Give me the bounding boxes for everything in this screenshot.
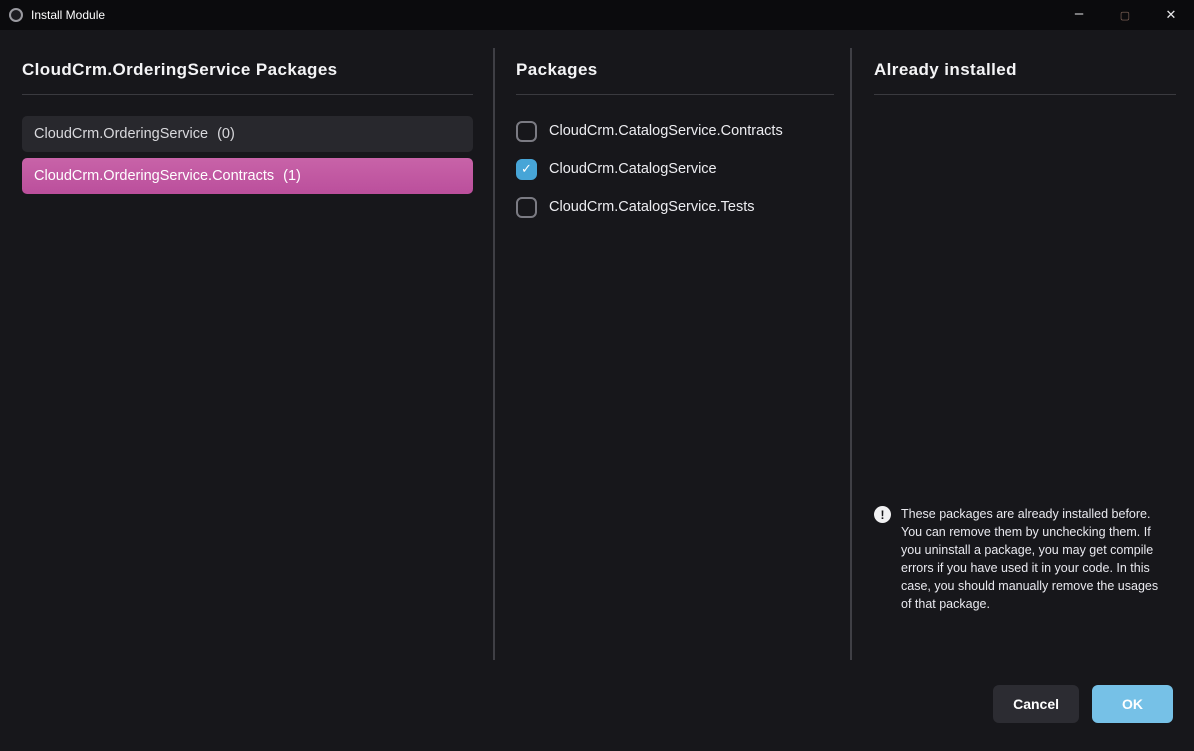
package-row-catalogservice[interactable]: ✓ CloudCrm.CatalogService	[516, 150, 834, 188]
ok-button[interactable]: OK	[1092, 685, 1173, 723]
package-label: CloudCrm.CatalogService.Contracts	[549, 123, 783, 139]
cancel-button[interactable]: Cancel	[993, 685, 1079, 723]
package-row-catalogservice-tests[interactable]: CloudCrm.CatalogService.Tests	[516, 188, 834, 226]
note-text: These packages are already installed bef…	[901, 505, 1169, 613]
package-row-catalogservice-contracts[interactable]: CloudCrm.CatalogService.Contracts	[516, 112, 834, 150]
packages-panel-divider	[516, 94, 834, 95]
already-installed-panel: Already installed ! These packages are a…	[874, 30, 1176, 751]
package-label: CloudCrm.CatalogService.Tests	[549, 199, 755, 215]
module-list: CloudCrm.OrderingService (0) CloudCrm.Or…	[22, 116, 473, 194]
titlebar-left: Install Module	[0, 8, 105, 22]
module-item-orderingservice[interactable]: CloudCrm.OrderingService (0)	[22, 116, 473, 152]
close-button[interactable]: ✕	[1148, 0, 1194, 30]
checkbox-checked-icon[interactable]: ✓	[516, 159, 537, 180]
panel-divider	[493, 48, 495, 660]
modules-panel: CloudCrm.OrderingService Packages CloudC…	[22, 30, 473, 751]
checkbox-unchecked-icon[interactable]	[516, 121, 537, 142]
maximize-button[interactable]: ▢	[1102, 0, 1148, 30]
minimize-button[interactable]: –	[1056, 0, 1102, 30]
install-module-window: Install Module – ▢ ✕ CloudCrm.OrderingSe…	[0, 0, 1194, 751]
module-item-label: CloudCrm.OrderingService.Contracts	[34, 168, 274, 184]
packages-panel: Packages CloudCrm.CatalogService.Contrac…	[516, 30, 834, 751]
titlebar: Install Module – ▢ ✕	[0, 0, 1194, 30]
package-label: CloudCrm.CatalogService	[549, 161, 717, 177]
package-list: CloudCrm.CatalogService.Contracts ✓ Clou…	[516, 112, 834, 226]
module-item-count: (0)	[217, 126, 235, 142]
module-item-orderingservice-contracts[interactable]: CloudCrm.OrderingService.Contracts (1)	[22, 158, 473, 194]
modules-panel-title: CloudCrm.OrderingService Packages	[22, 30, 473, 94]
content-area: CloudCrm.OrderingService Packages CloudC…	[0, 30, 1194, 751]
already-installed-title: Already installed	[874, 30, 1176, 94]
modules-panel-divider	[22, 94, 473, 95]
already-installed-note: ! These packages are already installed b…	[874, 505, 1176, 613]
module-item-label: CloudCrm.OrderingService	[34, 126, 208, 142]
info-icon: !	[874, 506, 891, 523]
module-item-count: (1)	[283, 168, 301, 184]
panel-divider	[850, 48, 852, 660]
packages-panel-title: Packages	[516, 30, 834, 94]
window-controls: – ▢ ✕	[1056, 0, 1194, 30]
window-title: Install Module	[31, 8, 105, 22]
footer-actions: Cancel OK	[993, 685, 1173, 723]
checkbox-unchecked-icon[interactable]	[516, 197, 537, 218]
already-installed-divider	[874, 94, 1176, 95]
app-icon	[9, 8, 23, 22]
